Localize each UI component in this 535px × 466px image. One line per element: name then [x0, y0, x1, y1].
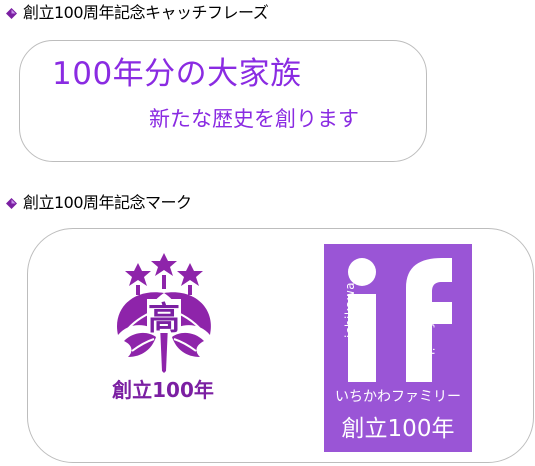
ichikawa-family-logo: ichikawa family いちかわファミリー 創立100年	[324, 244, 472, 452]
school-crest-icon: 高	[117, 253, 211, 373]
mark-panel: 高 創立100年 ichikawa family いちかわファミリー 創立100…	[27, 228, 534, 463]
diamond-bullet-icon	[6, 7, 17, 19]
catchphrase-heading: 創立100周年記念キャッチフレーズ	[6, 3, 269, 23]
logo-left-text: ichikawa	[343, 281, 357, 338]
catchphrase-panel: 100年分の大家族 新たな歴史を創ります	[19, 40, 427, 162]
catchphrase-heading-text: 創立100周年記念キャッチフレーズ	[23, 3, 269, 22]
logo-kana: いちかわファミリー	[335, 389, 461, 405]
crest-glyph: 高	[148, 299, 180, 337]
logo-right-text: family	[422, 323, 436, 364]
diamond-bullet-icon	[6, 197, 17, 209]
mark-heading-text: 創立100周年記念マーク	[23, 193, 192, 212]
mark-heading: 創立100周年記念マーク	[6, 193, 192, 213]
catchphrase-sub: 新たな歴史を創ります	[149, 107, 359, 131]
logo-caption: 創立100年	[341, 416, 455, 442]
catchphrase-main: 100年分の大家族	[52, 56, 302, 92]
crest-caption: 創立100年	[112, 378, 214, 402]
